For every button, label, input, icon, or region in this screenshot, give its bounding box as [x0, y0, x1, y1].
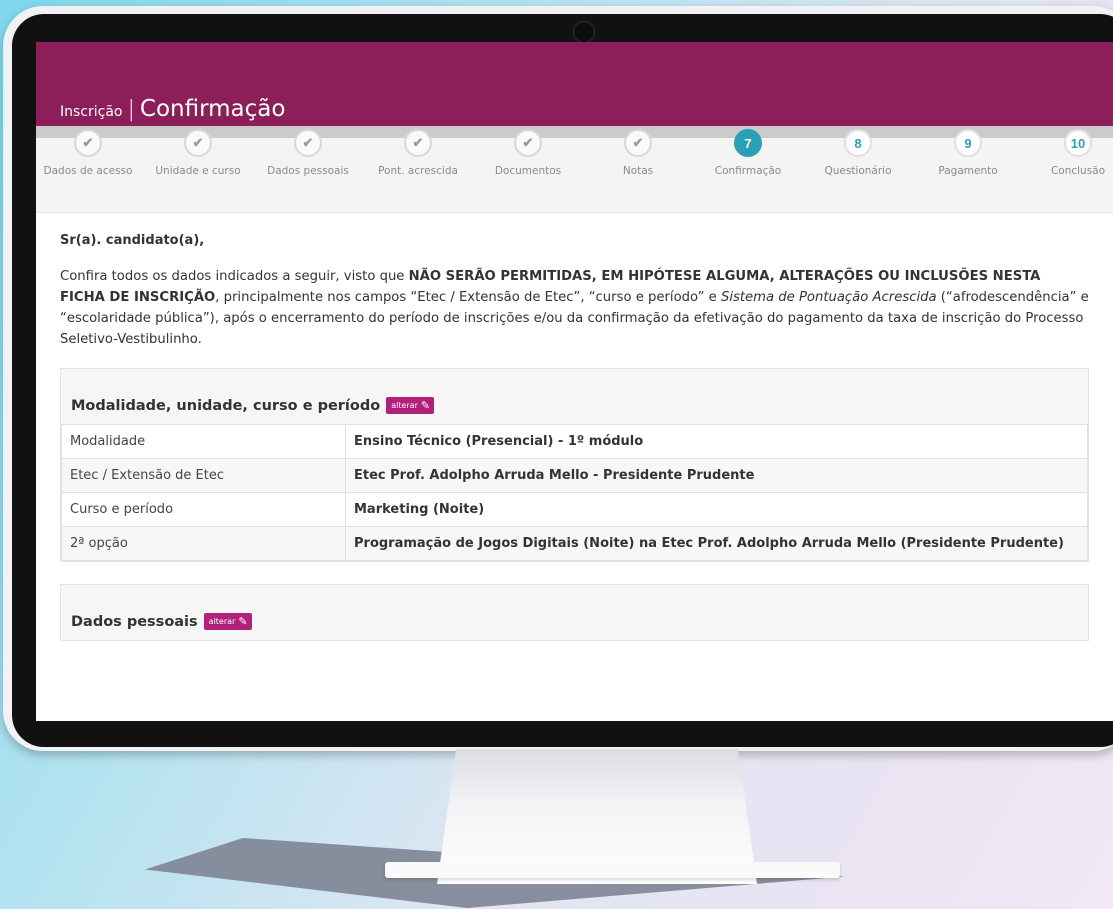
step-label: Unidade e curso	[155, 165, 241, 177]
row-value: Programação de Jogos Digitais (Noite) na…	[345, 526, 1088, 561]
check-icon: ✔	[294, 129, 322, 157]
step-2[interactable]: ✔ Unidade e curso	[143, 129, 253, 177]
table-row: Curso e período Marketing (Noite)	[61, 492, 1088, 527]
notice-part-1: Confira todos os dados indicados a segui…	[60, 269, 409, 284]
panel-course-title: Modalidade, unidade, curso e período	[71, 397, 381, 414]
step-1[interactable]: ✔ Dados de acesso	[36, 129, 143, 177]
edit-personal-button[interactable]: alterar ✎	[203, 613, 252, 630]
browser-screen: Inscrição | Confirmação ✔ Dados de acesso ✔ U…	[36, 42, 1113, 721]
notice-italic: Sistema de Pontuação Acrescida	[720, 290, 937, 305]
step-9: 9 Pagamento	[913, 129, 1023, 177]
step-label: Conclusão	[1050, 165, 1106, 177]
panel-personal-heading: Dados pessoais alterar ✎	[61, 585, 1088, 640]
edit-personal-label: alterar	[208, 617, 236, 626]
step-number: 9	[954, 129, 982, 157]
pencil-icon: ✎	[420, 399, 431, 412]
header-title: Confirmação	[139, 96, 286, 122]
row-label: Curso e período	[61, 492, 346, 527]
notice-text: Confira todos os dados indicados a segui…	[60, 266, 1089, 350]
row-value: Marketing (Noite)	[345, 492, 1088, 527]
panel-personal-title: Dados pessoais	[71, 613, 198, 630]
table-row: Modalidade Ensino Técnico (Presencial) -…	[61, 424, 1088, 459]
edit-course-label: alterar	[391, 401, 418, 410]
check-icon: ✔	[514, 129, 542, 157]
check-icon: ✔	[74, 129, 102, 157]
step-number: 10	[1064, 129, 1092, 157]
row-label: 2ª opção	[61, 526, 346, 561]
progress-steps: ✔ Dados de acesso ✔ Unidade e curso ✔ Dados p…	[36, 126, 1113, 213]
step-label: Pagamento	[938, 165, 998, 177]
step-label: Dados pessoais	[267, 165, 349, 177]
panel-personal: Dados pessoais alterar ✎	[60, 584, 1089, 641]
row-value: Ensino Técnico (Presencial) - 1º módulo	[345, 424, 1088, 459]
table-row: 2ª opção Programação de Jogos Digitais (…	[61, 526, 1088, 561]
header-section: Inscrição	[60, 104, 123, 120]
page-header: Inscrição | Confirmação	[36, 42, 1113, 126]
step-label: Confirmação	[714, 165, 782, 177]
main-content: Sr(a). candidato(a), Confira todos os da…	[36, 213, 1113, 641]
check-icon: ✔	[184, 129, 212, 157]
panel-course-heading: Modalidade, unidade, curso e período alt…	[61, 369, 1088, 424]
edit-course-button[interactable]: alterar ✎	[386, 397, 435, 414]
step-5[interactable]: ✔ Documentos	[473, 129, 583, 177]
row-label: Modalidade	[61, 424, 346, 459]
check-icon: ✔	[404, 129, 432, 157]
greeting: Sr(a). candidato(a),	[60, 233, 205, 248]
page-title: Inscrição | Confirmação	[60, 96, 285, 122]
step-number: 7	[734, 129, 762, 157]
step-4[interactable]: ✔ Pont. acrescida	[363, 129, 473, 177]
row-label: Etec / Extensão de Etec	[61, 458, 346, 493]
notice-part-2: , principalmente nos campos “Etec / Exte…	[215, 290, 721, 305]
step-label: Pont. acrescida	[378, 165, 458, 177]
step-8: 8 Questionário	[803, 129, 913, 177]
panel-course: Modalidade, unidade, curso e período alt…	[60, 368, 1089, 562]
header-separator: |	[127, 97, 135, 122]
step-6[interactable]: ✔ Notas	[583, 129, 693, 177]
table-row: Etec / Extensão de Etec Etec Prof. Adolp…	[61, 458, 1088, 493]
step-3[interactable]: ✔ Dados pessoais	[253, 129, 363, 177]
check-icon: ✔	[624, 129, 652, 157]
step-label: Dados de acesso	[43, 165, 133, 177]
step-10: 10 Conclusão	[1023, 129, 1113, 177]
step-7: 7 Confirmação	[693, 129, 803, 177]
step-label: Documentos	[494, 165, 562, 177]
step-label: Questionário	[824, 165, 892, 177]
row-value: Etec Prof. Adolpho Arruda Mello - Presid…	[345, 458, 1088, 493]
step-label: Notas	[622, 165, 654, 177]
step-number: 8	[844, 129, 872, 157]
pencil-icon: ✎	[238, 615, 248, 628]
stand-base	[385, 862, 840, 878]
course-table: Modalidade Ensino Técnico (Presencial) -…	[61, 424, 1088, 561]
camera-icon	[573, 21, 595, 43]
